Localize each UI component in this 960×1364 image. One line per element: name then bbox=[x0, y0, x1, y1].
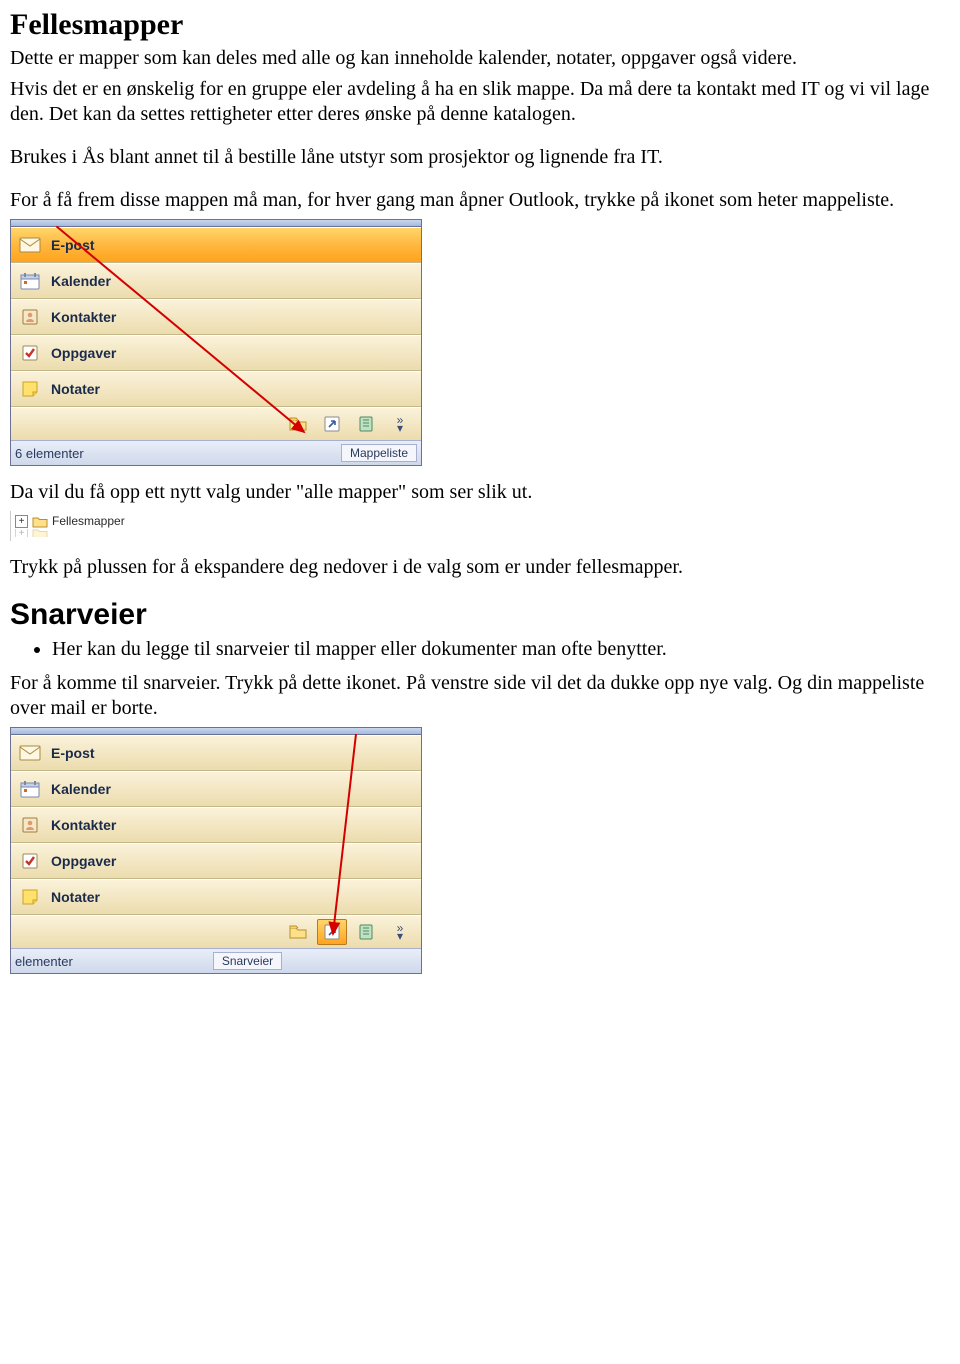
para-intro: Dette er mapper som kan deles med alle o… bbox=[10, 46, 950, 71]
status-left: 6 elementer bbox=[15, 446, 84, 461]
calendar-icon bbox=[19, 271, 41, 291]
status-left: elementer bbox=[15, 954, 73, 969]
tree-row-more: + bbox=[15, 529, 225, 537]
notes-icon bbox=[19, 887, 41, 907]
nav-item-epost[interactable]: E-post bbox=[11, 735, 421, 771]
status-hint-snarveier: Snarveier bbox=[213, 952, 282, 970]
shortcut-icon bbox=[324, 924, 340, 940]
nav-label: Oppgaver bbox=[51, 853, 116, 869]
nav-label: Oppgaver bbox=[51, 345, 116, 361]
para-snarveier-howto: For å komme til snarveier. Trykk på dett… bbox=[10, 671, 950, 721]
tree-label: Fellesmapper bbox=[52, 514, 125, 528]
folder-icon bbox=[289, 924, 307, 940]
nav-label: Notater bbox=[51, 889, 100, 905]
tree-expand-icon[interactable]: + bbox=[15, 515, 28, 528]
outlook-nav-panel-1: E-post Kalender Kontakter Oppgaver Notat… bbox=[10, 219, 422, 466]
mail-icon bbox=[19, 743, 41, 763]
nav-bottom-icons: »▾ bbox=[11, 407, 421, 440]
folder-icon bbox=[32, 515, 48, 528]
nav-label: Kontakter bbox=[51, 309, 116, 325]
nav-item-notater[interactable]: Notater bbox=[11, 879, 421, 915]
para-usage: Brukes i Ås blant annet til å bestille l… bbox=[10, 145, 950, 170]
contacts-icon bbox=[19, 307, 41, 327]
nav-label: Kalender bbox=[51, 273, 111, 289]
folder-icon bbox=[289, 416, 307, 432]
outlook-nav-panel-2: E-post Kalender Kontakter Oppgaver Notat… bbox=[10, 727, 422, 974]
shortcut-icon-button[interactable] bbox=[317, 919, 347, 945]
nav-item-notater[interactable]: Notater bbox=[11, 371, 421, 407]
folderlist-icon-button[interactable] bbox=[283, 411, 313, 437]
para-new-option: Da vil du få opp ett nytt valg under "al… bbox=[10, 480, 950, 505]
nav-label: Kontakter bbox=[51, 817, 116, 833]
para-howto: For å få frem disse mappen må man, for h… bbox=[10, 188, 950, 213]
notes-icon bbox=[19, 379, 41, 399]
nav-item-epost[interactable]: E-post bbox=[11, 227, 421, 263]
nav-label: E-post bbox=[51, 237, 95, 253]
nav-item-kontakter[interactable]: Kontakter bbox=[11, 299, 421, 335]
journal-icon bbox=[358, 924, 374, 940]
tasks-icon bbox=[19, 851, 41, 871]
mail-icon bbox=[19, 235, 41, 255]
panel-header-strip bbox=[11, 728, 421, 735]
heading-fellesmapper: Fellesmapper bbox=[10, 8, 950, 42]
nav-item-kalender[interactable]: Kalender bbox=[11, 263, 421, 299]
para-expand: Trykk på plussen for å ekspandere deg ne… bbox=[10, 555, 950, 580]
bullet-snarveier: Her kan du legge til snarveier til mappe… bbox=[52, 638, 950, 661]
nav-item-oppgaver[interactable]: Oppgaver bbox=[11, 843, 421, 879]
journal-icon-button[interactable] bbox=[351, 919, 381, 945]
nav-label: Notater bbox=[51, 381, 100, 397]
journal-icon bbox=[358, 416, 374, 432]
heading-snarveier: Snarveier bbox=[10, 598, 950, 632]
chevron-more-icon: »▾ bbox=[397, 924, 404, 940]
nav-label: E-post bbox=[51, 745, 95, 761]
shortcut-icon bbox=[324, 416, 340, 432]
para-contact-it: Hvis det er en ønskelig for en gruppe el… bbox=[10, 77, 950, 127]
status-bar-1: 6 elementer Mappeliste bbox=[11, 440, 421, 465]
nav-item-oppgaver[interactable]: Oppgaver bbox=[11, 335, 421, 371]
nav-item-kalender[interactable]: Kalender bbox=[11, 771, 421, 807]
nav-item-kontakter[interactable]: Kontakter bbox=[11, 807, 421, 843]
journal-icon-button[interactable] bbox=[351, 411, 381, 437]
nav-label: Kalender bbox=[51, 781, 111, 797]
folderlist-icon-button[interactable] bbox=[283, 919, 313, 945]
panel-header-strip bbox=[11, 220, 421, 227]
status-bar-2: elementer Snarveier bbox=[11, 948, 421, 973]
tree-row-fellesmapper[interactable]: + Fellesmapper bbox=[15, 513, 225, 529]
chevron-more-icon: »▾ bbox=[397, 416, 404, 432]
status-hint-mappeliste: Mappeliste bbox=[341, 444, 417, 462]
calendar-icon bbox=[19, 779, 41, 799]
contacts-icon bbox=[19, 815, 41, 835]
more-icon-button[interactable]: »▾ bbox=[385, 411, 415, 437]
nav-bottom-icons: »▾ bbox=[11, 915, 421, 948]
shortcut-icon-button[interactable] bbox=[317, 411, 347, 437]
tree-snippet: + Fellesmapper + bbox=[10, 511, 229, 541]
tasks-icon bbox=[19, 343, 41, 363]
more-icon-button[interactable]: »▾ bbox=[385, 919, 415, 945]
